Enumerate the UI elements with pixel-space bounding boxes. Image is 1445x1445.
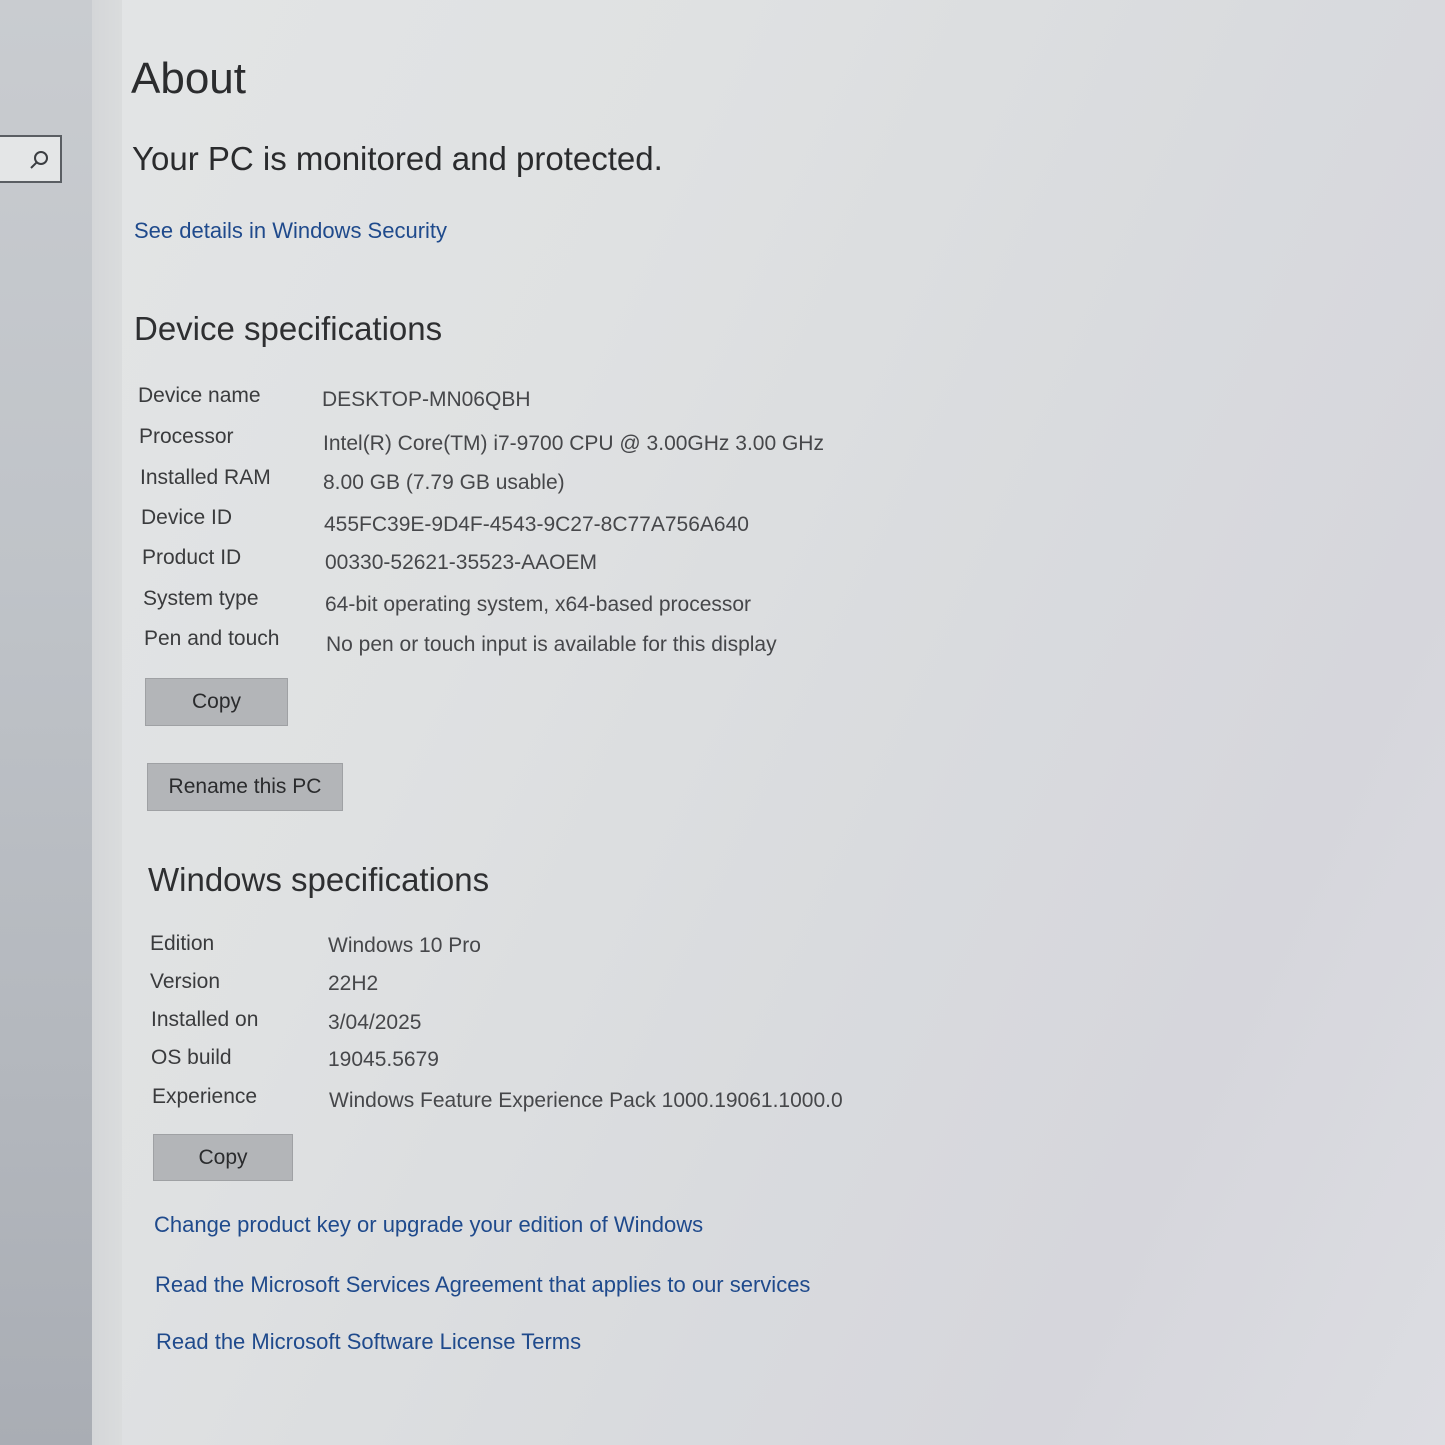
spec-label: Installed RAM xyxy=(140,466,271,489)
spec-label: Edition xyxy=(150,932,215,955)
spec-value: 3/04/2025 xyxy=(328,1011,422,1034)
spec-label: System type xyxy=(143,587,259,610)
spec-value: DESKTOP-MN06QBH xyxy=(322,388,531,411)
spec-value: 22H2 xyxy=(328,972,379,995)
spec-value: Windows Feature Experience Pack 1000.190… xyxy=(329,1089,843,1112)
page-title: About xyxy=(131,54,246,103)
settings-window: About Your PC is monitored and protected… xyxy=(0,0,1445,1445)
spec-value: 8.00 GB (7.79 GB usable) xyxy=(323,471,565,494)
spec-label: OS build xyxy=(151,1046,232,1069)
copy-windows-specs-button[interactable]: Copy xyxy=(153,1134,293,1181)
spec-value: 19045.5679 xyxy=(328,1048,439,1071)
spec-label: Experience xyxy=(152,1085,258,1108)
spec-label: Processor xyxy=(139,425,234,448)
protection-status: Your PC is monitored and protected. xyxy=(132,140,663,177)
spec-label: Device ID xyxy=(141,506,233,529)
spec-label: Installed on xyxy=(151,1008,259,1031)
services-agreement-link[interactable]: Read the Microsoft Services Agreement th… xyxy=(155,1272,810,1298)
spec-label: Pen and touch xyxy=(144,627,280,650)
spec-value: 64-bit operating system, x64-based proce… xyxy=(325,593,752,616)
spec-value: 00330-52621-35523-AAOEM xyxy=(325,551,598,574)
spec-label: Product ID xyxy=(142,546,242,569)
rename-pc-button[interactable]: Rename this PC xyxy=(147,763,343,811)
about-page: About Your PC is monitored and protected… xyxy=(0,0,1445,1445)
device-specs-heading: Device specifications xyxy=(134,310,443,347)
windows-specs-heading: Windows specifications xyxy=(148,861,490,898)
change-product-key-link[interactable]: Change product key or upgrade your editi… xyxy=(154,1212,703,1238)
spec-value: Intel(R) Core(TM) i7-9700 CPU @ 3.00GHz … xyxy=(323,432,824,455)
spec-value: No pen or touch input is available for t… xyxy=(326,633,777,656)
spec-value: 455FC39E-9D4F-4543-9C27-8C77A756A640 xyxy=(324,513,749,536)
windows-security-link[interactable]: See details in Windows Security xyxy=(134,218,447,244)
spec-label: Device name xyxy=(138,384,261,407)
license-terms-link[interactable]: Read the Microsoft Software License Term… xyxy=(156,1329,581,1355)
spec-label: Version xyxy=(150,970,221,993)
copy-device-specs-button[interactable]: Copy xyxy=(145,678,288,726)
spec-value: Windows 10 Pro xyxy=(328,934,481,957)
